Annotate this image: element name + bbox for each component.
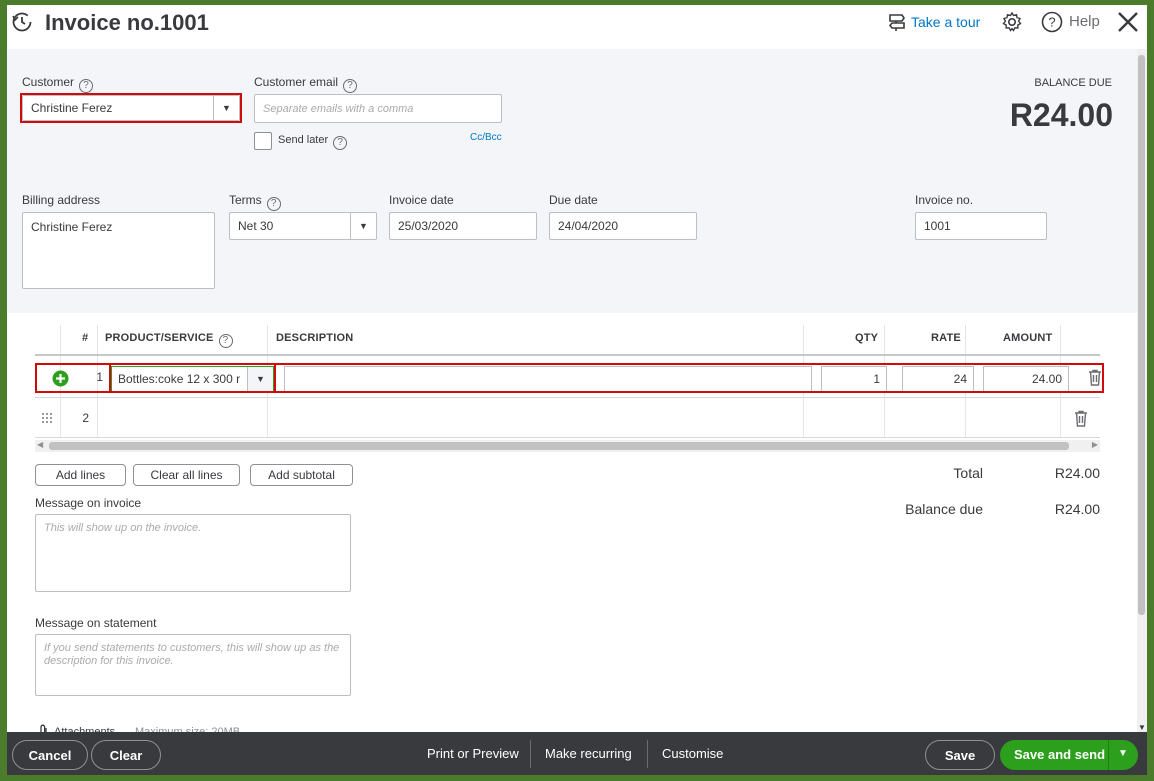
help-circle-icon[interactable]: ? <box>333 136 348 150</box>
due-date-label: Due date <box>549 193 598 207</box>
help-circle-icon[interactable]: ? <box>79 79 94 93</box>
add-lines-button[interactable]: Add lines <box>35 464 126 486</box>
invoice-window: Invoice no.1001 Take a tour ? Help Custo… <box>7 5 1147 775</box>
gear-icon[interactable] <box>1001 11 1023 33</box>
chevron-down-icon[interactable]: ▼ <box>350 213 376 239</box>
make-recurring-link[interactable]: Make recurring <box>545 746 632 761</box>
balance-due-amount: R24.00 <box>1009 97 1113 133</box>
row-divider <box>35 437 1100 438</box>
horizontal-scrollbar[interactable]: ◀ ▶ <box>35 440 1100 452</box>
signpost-icon[interactable] <box>887 12 907 32</box>
message-on-invoice-label: Message on invoice <box>35 496 142 510</box>
footer-bar: Cancel Clear Print or Preview Make recur… <box>7 732 1147 775</box>
row-number: 2 <box>82 411 89 425</box>
split-divider <box>1108 740 1109 770</box>
footer-divider <box>647 740 648 768</box>
save-button[interactable]: Save <box>925 740 995 770</box>
balance-due-total-label: Balance due <box>905 501 983 517</box>
scroll-thumb[interactable] <box>49 442 1069 450</box>
message-on-statement-input[interactable]: If you send statements to customers, thi… <box>35 634 351 696</box>
column-header-rate: RATE <box>931 332 961 344</box>
save-and-send-label: Save and send <box>1014 747 1106 762</box>
total-value: R24.00 <box>1054 465 1100 481</box>
balance-due-total-value: R24.00 <box>1054 501 1100 517</box>
scroll-down-icon[interactable]: ▼ <box>1138 723 1146 732</box>
balance-due-label: BALANCE DUE <box>1034 77 1112 89</box>
invoice-date-label: Invoice date <box>389 193 454 207</box>
clear-all-lines-button[interactable]: Clear all lines <box>133 464 240 486</box>
customer-label: Customer? <box>22 75 94 93</box>
column-header-description: DESCRIPTION <box>276 332 354 344</box>
chevron-down-icon[interactable]: ▼ <box>1118 748 1128 759</box>
terms-select[interactable]: Net 30 ▼ <box>229 212 377 240</box>
due-date-input[interactable]: 24/04/2020 <box>549 212 697 240</box>
column-header-amount: AMOUNT <box>1003 332 1053 344</box>
send-later-checkbox[interactable] <box>254 132 272 150</box>
invoice-no-input[interactable]: 1001 <box>915 212 1047 240</box>
customer-email-label: Customer email? <box>254 75 358 93</box>
help-icon[interactable]: ? <box>1041 11 1063 33</box>
column-header-number: # <box>82 332 89 344</box>
billing-address-input[interactable]: Christine Ferez <box>22 212 215 289</box>
send-later-label: Send later? <box>278 134 348 150</box>
help-circle-icon[interactable]: ? <box>266 197 281 211</box>
message-on-invoice-input[interactable]: This will show up on the invoice. <box>35 514 351 592</box>
cc-bcc-link[interactable]: Cc/Bcc <box>470 132 502 143</box>
invoice-no-label: Invoice no. <box>915 193 974 207</box>
add-subtotal-button[interactable]: Add subtotal <box>250 464 353 486</box>
terms-label: Terms? <box>229 193 281 211</box>
header: Invoice no.1001 Take a tour ? Help <box>7 5 1147 49</box>
scroll-thumb[interactable] <box>1138 55 1145 615</box>
vertical-scrollbar[interactable]: ▼ <box>1137 49 1147 732</box>
print-or-preview-link[interactable]: Print or Preview <box>427 746 519 761</box>
help-circle-icon[interactable]: ? <box>343 79 358 93</box>
column-header-product: PRODUCT/SERVICE? <box>105 332 233 348</box>
terms-value: Net 30 <box>238 219 274 233</box>
page-title: Invoice no.1001 <box>45 10 209 35</box>
message-on-statement-label: Message on statement <box>35 616 157 630</box>
billing-address-label: Billing address <box>22 193 101 207</box>
scroll-left-icon[interactable]: ◀ <box>37 440 43 449</box>
recent-history-icon[interactable] <box>11 11 33 33</box>
invoice-date-input[interactable]: 25/03/2020 <box>389 212 537 240</box>
column-header-qty: QTY <box>855 332 879 344</box>
footer-divider <box>530 740 531 768</box>
svg-text:?: ? <box>1048 15 1055 30</box>
cancel-button[interactable]: Cancel <box>12 740 88 770</box>
help-circle-icon[interactable]: ? <box>218 334 233 348</box>
trash-icon[interactable] <box>1074 410 1088 427</box>
product-highlight <box>109 363 276 393</box>
save-and-send-button[interactable]: Save and send ▼ <box>1000 740 1138 770</box>
total-label: Total <box>953 465 983 481</box>
scroll-right-icon[interactable]: ▶ <box>1092 440 1098 449</box>
take-a-tour-link[interactable]: Take a tour <box>911 14 980 30</box>
customer-email-input[interactable]: Separate emails with a comma <box>254 94 502 123</box>
customer-highlight <box>20 93 242 123</box>
clear-button[interactable]: Clear <box>91 740 161 770</box>
customise-link[interactable]: Customise <box>662 746 723 761</box>
drag-handle-icon[interactable] <box>41 412 53 424</box>
close-icon[interactable] <box>1117 11 1139 33</box>
help-label[interactable]: Help <box>1069 13 1100 30</box>
row-divider <box>35 397 1100 398</box>
header-divider <box>35 354 1100 356</box>
